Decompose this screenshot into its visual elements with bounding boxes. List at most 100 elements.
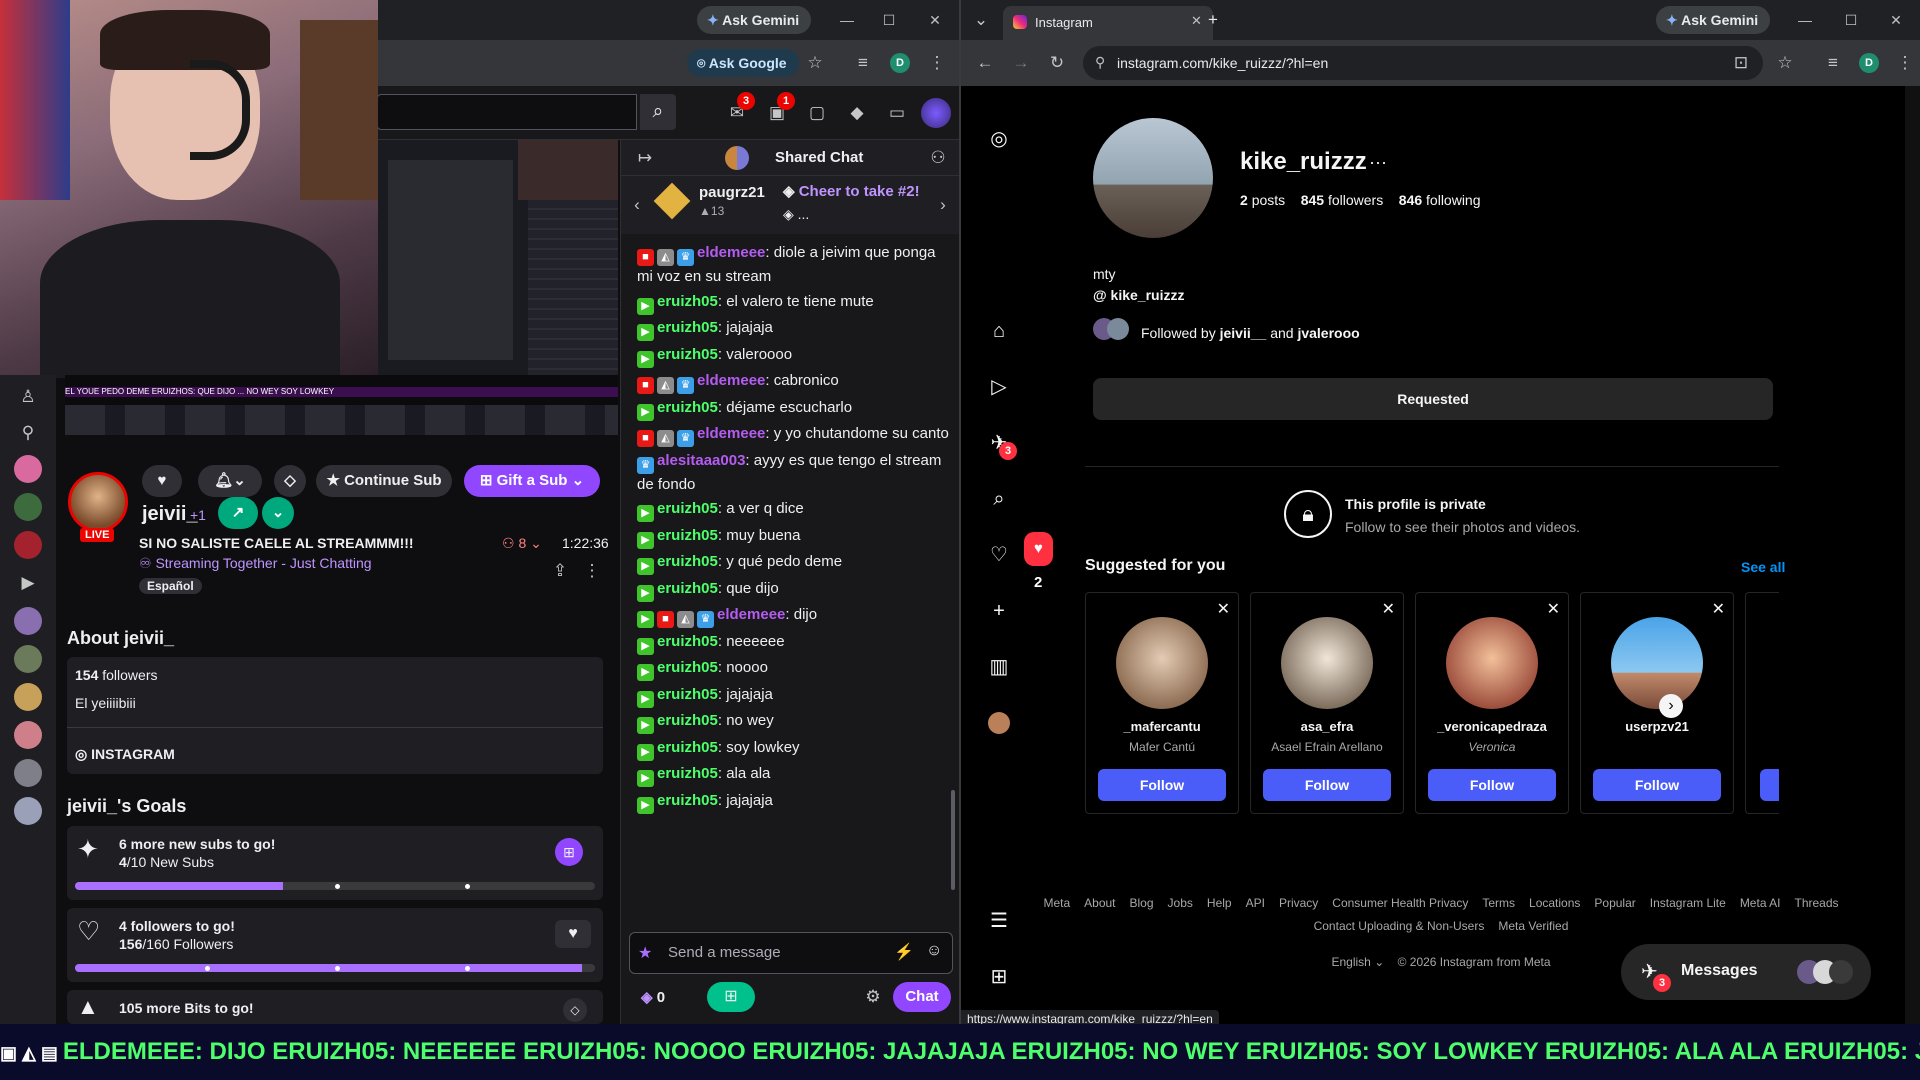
back-icon[interactable]: ← <box>973 51 997 75</box>
gift-sub-button[interactable]: ⊞ Gift a Sub ⌄ <box>464 465 600 497</box>
badge-icon[interactable]: ♛ <box>677 249 694 266</box>
heart-icon[interactable]: ♥ <box>142 465 182 497</box>
follow-button[interactable]: Follow <box>1593 769 1721 801</box>
share-icon[interactable]: ⇪ <box>548 559 572 583</box>
stream-video[interactable]: EL YOUE PEDO DEME ERUIZHOS: QUE DIJO ...… <box>65 375 618 435</box>
reading-list-icon[interactable]: ≡ <box>1821 51 1845 75</box>
followed-icon[interactable]: ♙ <box>16 385 40 409</box>
dismiss-icon[interactable]: ✕ <box>1547 599 1560 619</box>
chat-username[interactable]: eruizh05 <box>657 792 718 809</box>
badge-icon[interactable]: ■ <box>637 249 654 266</box>
dashboard-icon[interactable]: ▥ <box>986 654 1012 680</box>
badge-icon[interactable]: ▶ <box>637 505 654 522</box>
side-channel-avatar[interactable] <box>14 797 42 825</box>
suggestion-username[interactable]: asa_efra <box>1251 719 1403 734</box>
chat-send-button[interactable]: Chat <box>893 982 951 1012</box>
stream-category[interactable]: ♾ Streaming Together - Just Chatting <box>139 555 372 572</box>
heart-icon[interactable]: ♥ <box>555 920 591 948</box>
follow-button[interactable]: Follow <box>1428 769 1556 801</box>
also-from-meta-icon[interactable]: ⊞ <box>986 964 1012 990</box>
side-channel-avatar[interactable] <box>14 607 42 635</box>
channel-points[interactable]: ◈ 0 <box>641 988 665 1006</box>
video-camera-icon[interactable]: ▶ <box>16 571 40 595</box>
chat-username[interactable]: eldemeee <box>697 244 765 261</box>
badge-icon[interactable]: ▶ <box>637 743 654 761</box>
profile-avatar[interactable]: D <box>1859 53 1879 73</box>
new-tab-icon[interactable]: + <box>1201 8 1225 32</box>
suggestion-username[interactable]: _veronicapedraza <box>1416 719 1568 734</box>
chat-username[interactable]: eruizh05 <box>657 553 718 570</box>
settings-icon[interactable]: ⚙ <box>861 985 885 1009</box>
side-channel-avatar[interactable] <box>14 645 42 673</box>
chat-username[interactable]: eruizh05 <box>657 293 718 310</box>
menu-icon[interactable]: ⋮ <box>925 51 949 75</box>
ask-gemini-button[interactable]: ✦ Ask Gemini <box>1656 6 1771 34</box>
search-icon[interactable]: ⌕ <box>986 486 1012 512</box>
cheer-icon[interactable]: ⚡ <box>894 942 914 962</box>
profile-picture[interactable] <box>1093 118 1213 238</box>
badge-icon[interactable]: ◭ <box>677 611 694 628</box>
channel-plus[interactable]: +1 <box>190 507 206 523</box>
following-label[interactable]: following <box>1426 192 1480 208</box>
chat-username[interactable]: eruizh05 <box>657 527 718 544</box>
more-menu-icon[interactable]: ☰ <box>986 908 1012 934</box>
chat-username[interactable]: eruizh05 <box>657 500 718 517</box>
chat-username[interactable]: eruizh05 <box>657 580 718 597</box>
footer-link[interactable]: Privacy <box>1279 896 1318 910</box>
search-input[interactable] <box>377 94 637 130</box>
badge-icon[interactable]: ♛ <box>677 377 694 394</box>
following-count[interactable]: 846 <box>1399 192 1422 208</box>
chat-input[interactable]: ★ Send a message ⚡ ☺ <box>629 932 953 974</box>
maximize-icon[interactable]: ☐ <box>879 10 899 30</box>
badge-icon[interactable]: ▶ <box>637 531 654 549</box>
viewer-count[interactable]: ⚇ 8 ⌄ <box>502 535 542 552</box>
close-icon[interactable]: ✕ <box>925 10 945 30</box>
bits-icon[interactable]: ◇ <box>563 998 587 1022</box>
collapse-icon[interactable]: ↦ <box>633 146 657 170</box>
badge-icon[interactable]: ■ <box>657 611 674 628</box>
badge-icon[interactable]: ▶ <box>637 770 654 787</box>
chat-username[interactable]: alesitaaa003 <box>657 452 745 469</box>
badge-icon[interactable]: ▶ <box>637 558 654 575</box>
chevron-right-icon[interactable]: › <box>1659 694 1683 718</box>
chat-username[interactable]: eruizh05 <box>657 319 718 336</box>
badge-icon[interactable]: ▶ <box>637 584 654 602</box>
footer-link[interactable]: Help <box>1207 896 1232 910</box>
chevron-right-icon[interactable]: › <box>931 193 955 217</box>
page-scrollbar[interactable] <box>1905 86 1920 1024</box>
minimize-icon[interactable]: — <box>837 10 857 30</box>
suggestion-username[interactable]: userpzv21 <box>1581 719 1733 734</box>
star-icon[interactable]: ☆ <box>803 51 827 75</box>
footer-link[interactable]: Popular <box>1594 896 1635 910</box>
maximize-icon[interactable]: ☐ <box>1841 10 1861 30</box>
badge-icon[interactable]: ▶ <box>637 350 654 368</box>
suggestion-avatar[interactable] <box>1611 617 1703 709</box>
followers-count[interactable]: 845 <box>1301 192 1324 208</box>
footer-link[interactable]: Consumer Health Privacy <box>1332 896 1468 910</box>
followed-by[interactable]: Followed by jeivii__ and jvalerooo <box>1141 325 1360 341</box>
suggestion-username[interactable]: _mafercantu <box>1086 719 1238 734</box>
install-icon[interactable]: ⊡ <box>1729 51 1753 75</box>
reels-icon[interactable]: ▷ <box>986 374 1012 400</box>
badge-icon[interactable]: ■ <box>637 430 654 447</box>
ask-gemini-button[interactable]: ✦ Ask Gemini <box>697 6 812 34</box>
side-channel-avatar[interactable] <box>14 493 42 521</box>
profile-avatar[interactable] <box>988 712 1010 734</box>
tab-search-icon[interactable]: ⌄ <box>969 8 993 32</box>
emote-icon[interactable]: ☺ <box>926 942 942 960</box>
footer-link[interactable]: Instagram Lite <box>1650 896 1726 910</box>
share-live-button[interactable]: ↗ <box>218 497 258 529</box>
ask-google-button[interactable]: ⌾ Ask Google <box>687 49 799 77</box>
site-info-icon[interactable]: ⚲ <box>1095 54 1105 71</box>
side-channel-avatar[interactable] <box>14 759 42 787</box>
suggestion-avatar[interactable] <box>1281 617 1373 709</box>
chat-username[interactable]: eldemeee <box>717 606 785 623</box>
badge-icon[interactable]: ▶ <box>637 324 654 341</box>
side-channel-avatar[interactable] <box>14 683 42 711</box>
footer-link[interactable]: Blog <box>1130 896 1154 910</box>
badge-icon[interactable]: ■ <box>637 377 654 394</box>
footer-link[interactable]: Locations <box>1529 896 1580 910</box>
whispers-icon[interactable]: ▢ <box>805 101 829 125</box>
prime-icon[interactable]: ▭ <box>885 101 909 125</box>
gift-icon[interactable]: ⊞ <box>555 838 583 866</box>
